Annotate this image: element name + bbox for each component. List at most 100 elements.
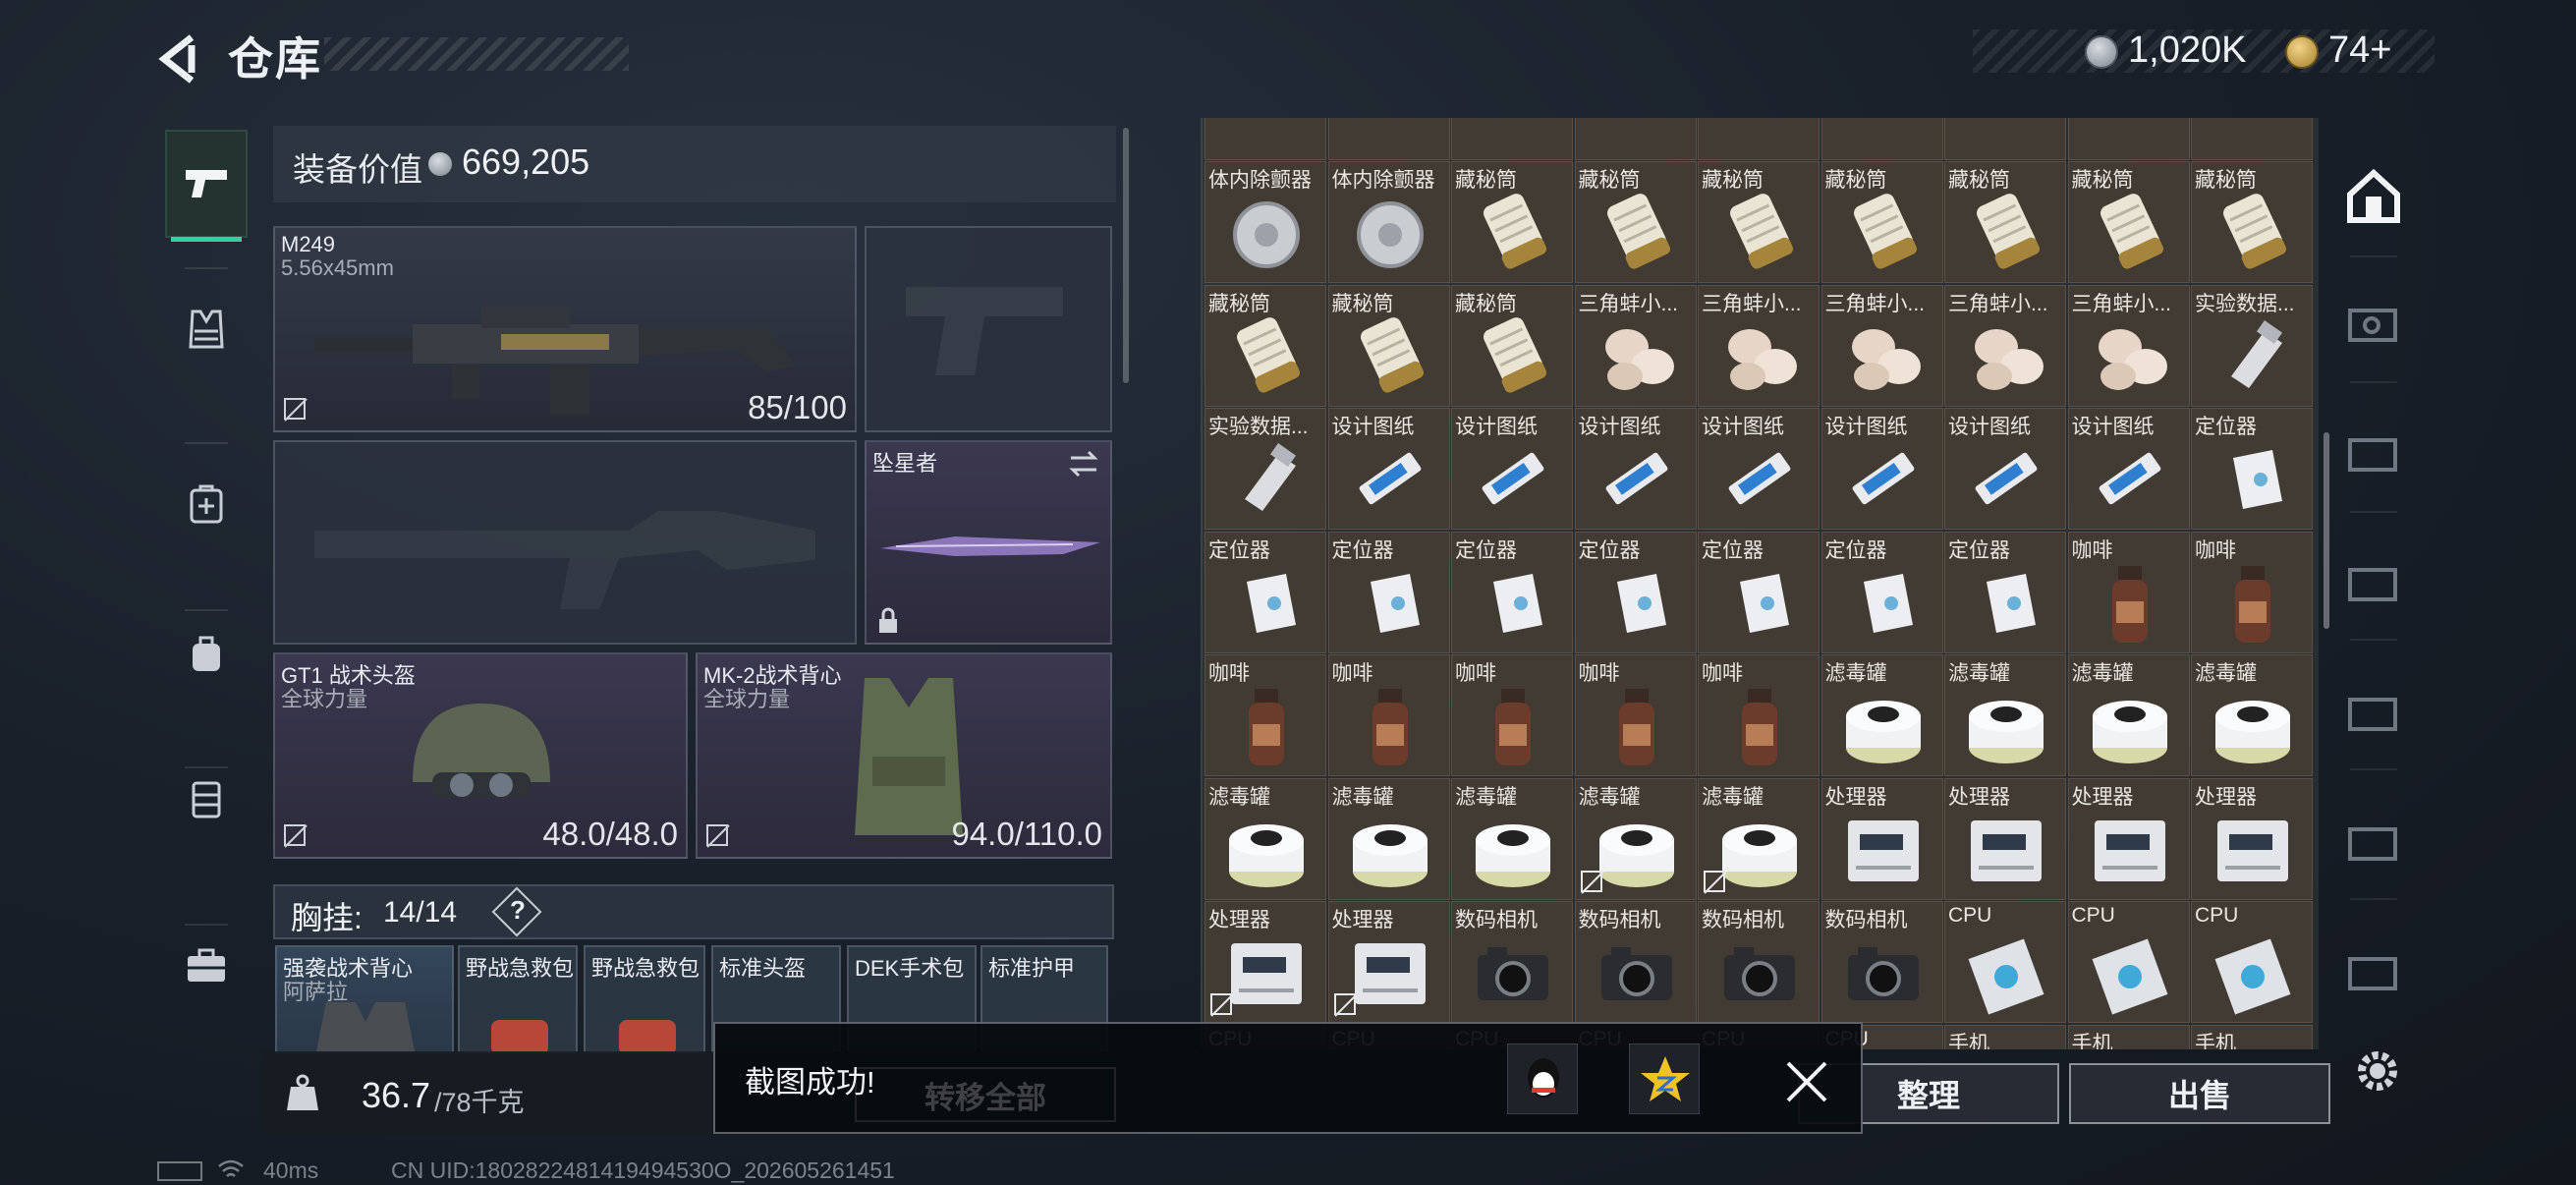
storage-cell-partial[interactable] (1451, 118, 1573, 160)
swap-icon[interactable] (1067, 450, 1100, 478)
storage-cell-partial[interactable] (1820, 118, 1943, 160)
storage-cell[interactable]: 滤毒罐 (2067, 654, 2190, 776)
storage-cell[interactable]: 三角蚌小... (1574, 284, 1697, 407)
share-qq-button[interactable] (1507, 1044, 1578, 1114)
storage-cell[interactable]: 滤毒罐 (1327, 777, 1450, 900)
storage-cell[interactable]: 实验数据... (1204, 408, 1326, 530)
storage-cell[interactable]: 滤毒罐 (2191, 654, 2313, 776)
storage-cell[interactable]: 藏秘筒 (1451, 161, 1573, 283)
storage-cell[interactable]: 藏秘筒 (1820, 161, 1943, 283)
storage-cell[interactable]: 三角蚌小... (1820, 284, 1943, 407)
storage-cell[interactable]: 藏秘筒 (1451, 284, 1573, 407)
storage-cell[interactable]: 设计图纸 (1698, 408, 1820, 530)
storage-cell[interactable]: 藏秘筒 (2191, 161, 2313, 283)
storage-cell[interactable]: 设计图纸 (1451, 408, 1573, 530)
storage-cell[interactable]: 咖啡 (2067, 531, 2190, 653)
storage-cell[interactable]: 体内除颤器 (1327, 161, 1450, 283)
storage-cell-partial[interactable] (1944, 118, 2066, 160)
storage-cell[interactable]: 数码相机 (1698, 901, 1820, 1023)
storage-cell[interactable]: 设计图纸 (2067, 408, 2190, 530)
storage-page-3-icon[interactable] (2344, 421, 2403, 480)
armor-slot[interactable]: MK-2战术背心 全球力量 94.0/110.0 (696, 652, 1112, 859)
storage-cell[interactable]: 滤毒罐 (1451, 777, 1573, 900)
storage-cell[interactable]: 手机 (2067, 1024, 2190, 1049)
storage-cell[interactable]: 设计图纸 (1327, 408, 1450, 530)
storage-cell[interactable]: 咖啡 (1574, 654, 1697, 776)
storage-cell[interactable]: 定位器 (1574, 531, 1697, 653)
storage-cell-partial[interactable] (2191, 118, 2313, 160)
storage-cell-partial[interactable] (1698, 118, 1820, 160)
storage-cell[interactable]: 三角蚌小... (1698, 284, 1820, 407)
storage-cell[interactable]: 体内除颤器 (1204, 161, 1326, 283)
storage-cell[interactable]: 定位器 (1820, 531, 1943, 653)
sidearm-slot-empty[interactable] (865, 226, 1112, 432)
back-arrow-icon[interactable] (152, 29, 211, 88)
storage-cell[interactable]: 藏秘筒 (1698, 161, 1820, 283)
primary-weapon-slot[interactable]: M249 5.56x45mm 85/100 (273, 226, 857, 432)
storage-cell[interactable]: 滤毒罐 (1204, 777, 1326, 900)
storage-cell[interactable]: 定位器 (2191, 408, 2313, 530)
storage-cell-partial[interactable] (1204, 118, 1326, 160)
storage-cell[interactable]: 处理器 (2067, 777, 2190, 900)
storage-cell[interactable]: 藏秘筒 (1574, 161, 1697, 283)
nav-container[interactable] (165, 743, 248, 851)
sell-button[interactable]: 出售 (2069, 1063, 2330, 1124)
close-icon[interactable] (1780, 1055, 1833, 1108)
storage-cell[interactable]: CPU (1944, 901, 2066, 1023)
nav-briefcase[interactable] (165, 912, 248, 1020)
share-qzone-button[interactable] (1629, 1044, 1700, 1114)
storage-cell[interactable]: 藏秘筒 (1944, 161, 2066, 283)
storage-cell[interactable]: 滤毒罐 (1820, 654, 1943, 776)
storage-cell[interactable]: 定位器 (1698, 531, 1820, 653)
storage-cell[interactable]: 三角蚌小... (2067, 284, 2190, 407)
rig-item[interactable]: 野战急救包 (458, 945, 578, 1053)
storage-cell[interactable]: 处理器 (1204, 901, 1326, 1023)
storage-cell[interactable]: 定位器 (1451, 531, 1573, 653)
storage-cell[interactable]: 咖啡 (2191, 531, 2313, 653)
nav-weapons[interactable] (165, 130, 248, 242)
storage-page-3c-icon[interactable] (2344, 810, 2403, 869)
storage-cell[interactable]: 设计图纸 (1820, 408, 1943, 530)
storage-cell[interactable]: 设计图纸 (1944, 408, 2066, 530)
storage-cell[interactable]: 藏秘筒 (1204, 284, 1326, 407)
storage-page-4-icon[interactable] (2344, 291, 2403, 350)
storage-cell[interactable]: 咖啡 (1451, 654, 1573, 776)
storage-cell[interactable]: 手机 (1944, 1024, 2066, 1049)
storage-cell[interactable]: 滤毒罐 (1698, 777, 1820, 900)
nav-medical[interactable] (165, 450, 248, 558)
storage-page-2b-icon[interactable] (2344, 939, 2403, 998)
storage-cell[interactable]: 处理器 (1820, 777, 1943, 900)
melee-slot[interactable]: 坠星者 (865, 440, 1112, 645)
gear-icon[interactable] (2352, 1045, 2403, 1097)
scrollbar[interactable] (1123, 128, 1129, 383)
helmet-slot[interactable]: GT1 战术头盔 全球力量 48.0/48.0 (273, 652, 688, 859)
storage-page-2-icon[interactable] (2344, 550, 2403, 609)
storage-cell[interactable]: 处理器 (2191, 777, 2313, 900)
transfer-all-button[interactable]: 转移全部 (855, 1067, 1116, 1122)
storage-cell[interactable]: 咖啡 (1698, 654, 1820, 776)
storage-cell[interactable]: 手机 (2191, 1024, 2313, 1049)
storage-cell[interactable]: 设计图纸 (1574, 408, 1697, 530)
storage-cell-partial[interactable] (1327, 118, 1450, 160)
storage-cell[interactable]: 数码相机 (1820, 901, 1943, 1023)
storage-cell-partial[interactable] (1574, 118, 1697, 160)
storage-cell[interactable]: 滤毒罐 (1574, 777, 1697, 900)
storage-cell[interactable]: 咖啡 (1204, 654, 1326, 776)
storage-cell[interactable]: 三角蚌小... (1944, 284, 2066, 407)
secondary-weapon-slot-empty[interactable] (273, 440, 857, 645)
storage-cell[interactable]: 定位器 (1944, 531, 2066, 653)
storage-cell[interactable]: 咖啡 (1327, 654, 1450, 776)
storage-cell[interactable]: 处理器 (1944, 777, 2066, 900)
storage-cell-partial[interactable] (2067, 118, 2190, 160)
nav-gear[interactable] (165, 275, 248, 383)
scrollbar[interactable] (2324, 432, 2329, 629)
storage-cell[interactable]: 处理器 (1327, 901, 1450, 1023)
nav-backpack[interactable] (165, 599, 248, 707)
storage-cell[interactable]: 滤毒罐 (1944, 654, 2066, 776)
ticket-value[interactable]: 74+ (2328, 29, 2391, 72)
currency-value[interactable]: 1,020K (2128, 29, 2246, 72)
storage-cell[interactable]: CPU (2067, 901, 2190, 1023)
storage-cell[interactable]: 数码相机 (1574, 901, 1697, 1023)
storage-page-3b-icon[interactable] (2344, 680, 2403, 739)
storage-cell[interactable]: 实验数据... (2191, 284, 2313, 407)
